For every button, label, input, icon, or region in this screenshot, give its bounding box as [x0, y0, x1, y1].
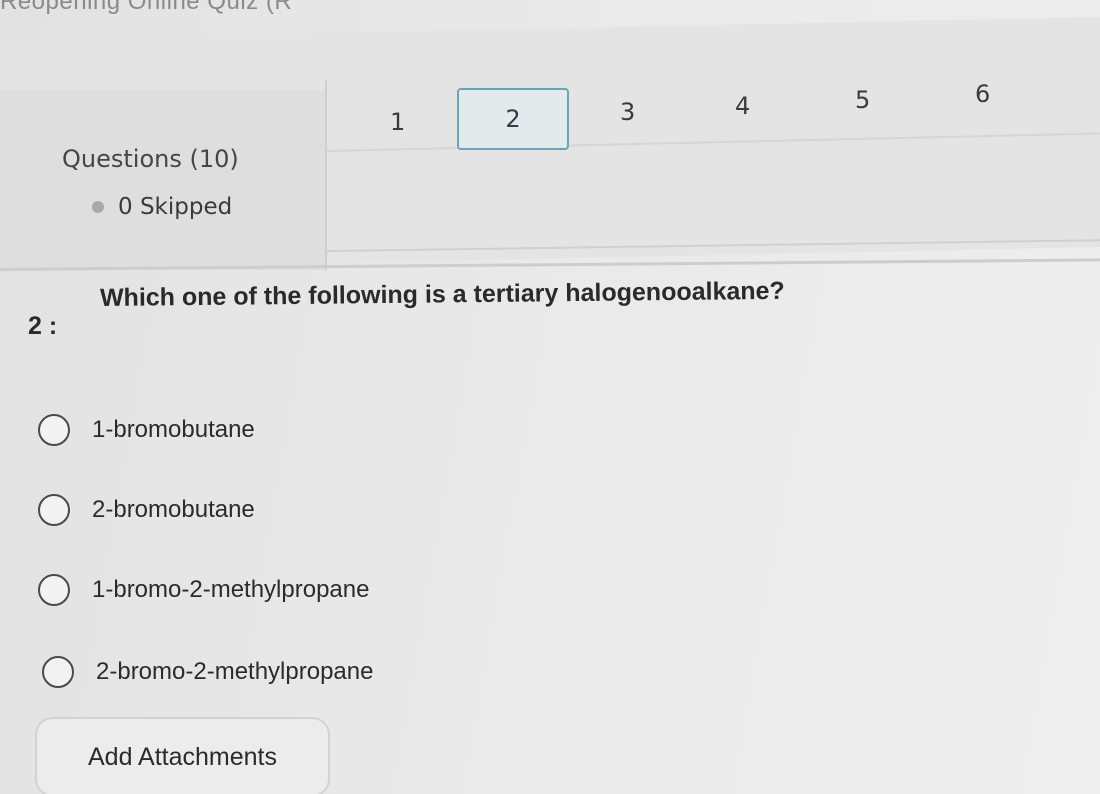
radio-button[interactable]: [42, 656, 74, 688]
answer-option-4[interactable]: 2-bromo-2-methylpropane: [42, 656, 373, 688]
answer-option-label: 2-bromo-2-methylpropane: [96, 658, 374, 685]
radio-button[interactable]: [38, 494, 70, 526]
question-nav-6[interactable]: 6: [975, 80, 990, 108]
answer-option-2[interactable]: 2-bromobutane: [38, 494, 255, 526]
panel-divider: [325, 80, 327, 270]
question-nav-4[interactable]: 4: [735, 92, 750, 120]
answer-option-3[interactable]: 1-bromo-2-methylpropane: [38, 574, 369, 606]
question-nav-1[interactable]: 1: [390, 108, 405, 136]
questions-count-label: Questions (10): [62, 145, 239, 173]
question-nav-2-active[interactable]: 2: [457, 88, 569, 150]
quiz-page: Reopening Online Quiz (R Questions (10) …: [0, 0, 1100, 794]
answer-option-label: 1-bromo-2-methylpropane: [92, 576, 370, 603]
skipped-filter[interactable]: 0 Skipped: [92, 194, 232, 220]
skipped-dot-icon: [92, 201, 104, 213]
radio-button[interactable]: [38, 414, 70, 446]
answer-option-label: 2-bromobutane: [92, 496, 255, 523]
question-nav-3[interactable]: 3: [620, 98, 635, 126]
questions-panel: [0, 90, 326, 270]
add-attachments-button[interactable]: Add Attachments: [35, 717, 330, 794]
answer-option-1[interactable]: 1-bromobutane: [38, 414, 255, 446]
question-nav-5[interactable]: 5: [855, 86, 870, 114]
question-number: 2 :: [28, 312, 58, 340]
answer-option-label: 1-bromobutane: [92, 416, 255, 443]
radio-button[interactable]: [38, 574, 70, 606]
skipped-label: 0 Skipped: [118, 194, 233, 220]
page-header-title: Reopening Online Quiz (R: [0, 0, 293, 15]
question-text: Which one of the following is a tertiary…: [99, 276, 785, 312]
add-attachments-label: Add Attachments: [87, 742, 277, 771]
